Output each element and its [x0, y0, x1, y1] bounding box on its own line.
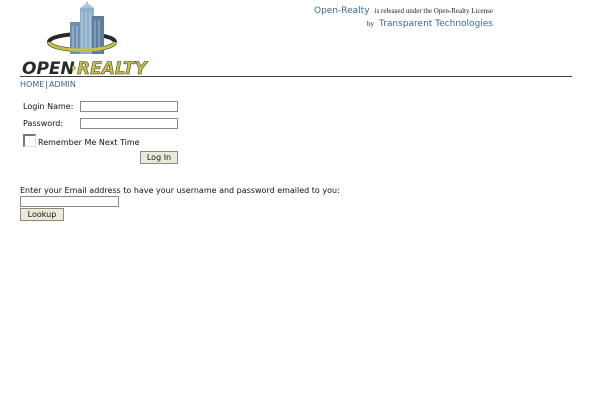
- lookup-button[interactable]: Lookup: [20, 208, 64, 221]
- remember-me-checkbox[interactable]: [23, 134, 36, 147]
- password-input[interactable]: [80, 118, 178, 129]
- header-divider: [20, 76, 572, 77]
- license-notice: Open-Realty is released under the Open-R…: [314, 3, 493, 29]
- lookup-email-input[interactable]: [20, 196, 119, 207]
- nav-separator: |: [45, 80, 48, 89]
- password-label: Password:: [23, 119, 64, 128]
- nav-admin-link[interactable]: ADMIN: [49, 80, 76, 89]
- nav-home-link[interactable]: HOME: [20, 80, 44, 89]
- remember-me-label: Remember Me Next Time: [38, 138, 140, 147]
- log-in-button[interactable]: Log In: [140, 151, 178, 164]
- top-nav: HOME|ADMIN: [20, 80, 76, 89]
- license-by-text: by: [366, 20, 374, 28]
- transparent-technologies-link[interactable]: Transparent Technologies: [379, 19, 493, 29]
- open-realty-link[interactable]: Open-Realty: [314, 6, 370, 16]
- open-realty-logo: OPEN REALTY: [20, 2, 160, 78]
- login-name-input[interactable]: [80, 101, 178, 112]
- lookup-prompt: Enter your Email address to have your us…: [20, 186, 340, 195]
- license-text: is released under the Open-Realty Licens…: [374, 7, 493, 15]
- login-name-label: Login Name:: [23, 102, 74, 111]
